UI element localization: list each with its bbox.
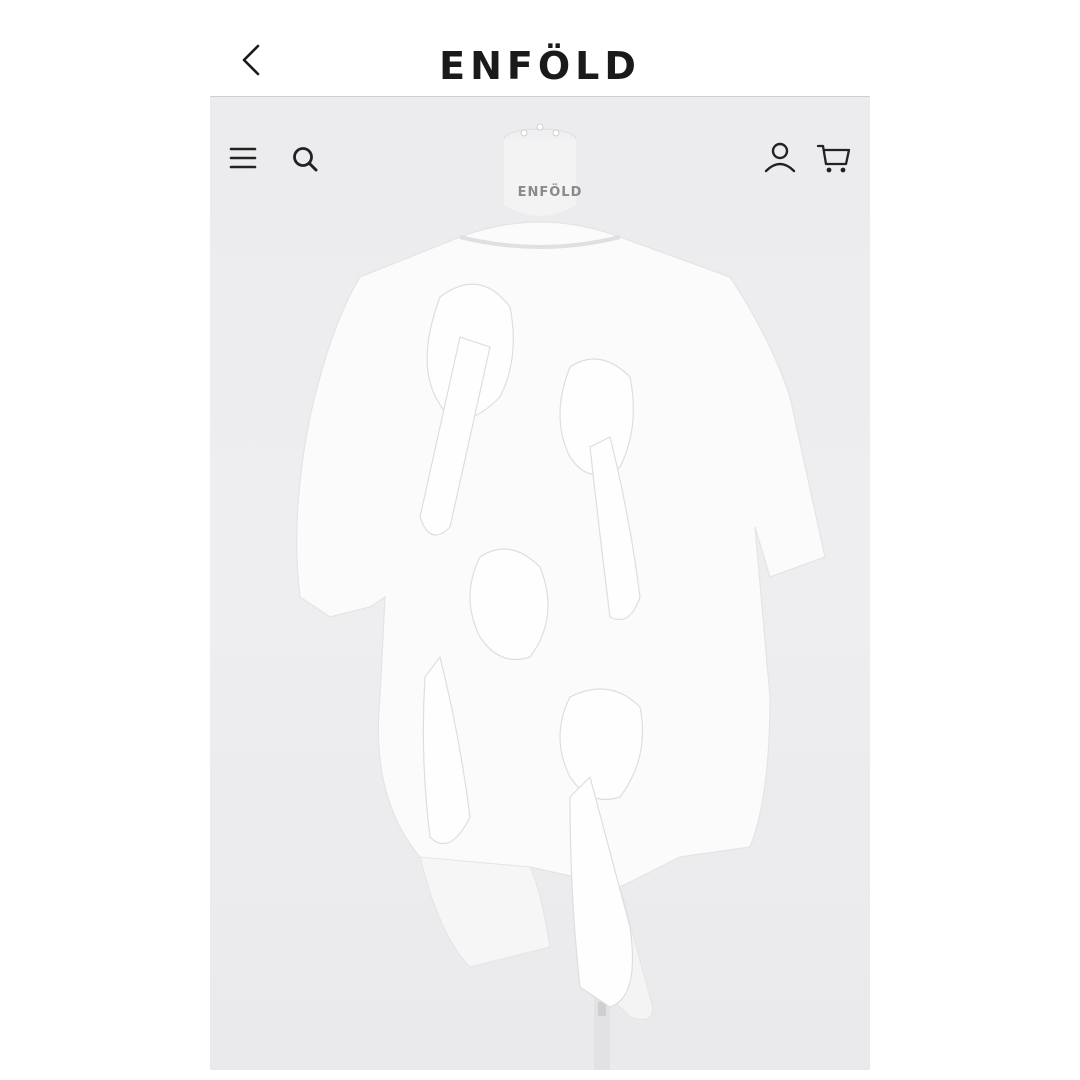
garment-illustration xyxy=(296,123,826,1070)
mannequin-brand-label: ENFÖLD xyxy=(517,185,583,200)
cart-button[interactable] xyxy=(816,139,852,175)
menu-button[interactable] xyxy=(226,141,262,177)
product-photo[interactable]: ENFÖLD xyxy=(210,97,870,1070)
cart-icon xyxy=(816,144,851,173)
search-button[interactable] xyxy=(288,141,324,177)
search-icon xyxy=(293,147,318,172)
status-bar-clip xyxy=(290,0,810,4)
hamburger-menu-icon xyxy=(229,147,257,169)
page: ENFÖLD ENFÖLD xyxy=(0,0,1080,1080)
account-button[interactable] xyxy=(762,139,798,175)
brand-logo[interactable]: ENFÖLD xyxy=(210,44,870,88)
top-header: ENFÖLD xyxy=(210,0,870,96)
user-icon xyxy=(764,142,796,173)
